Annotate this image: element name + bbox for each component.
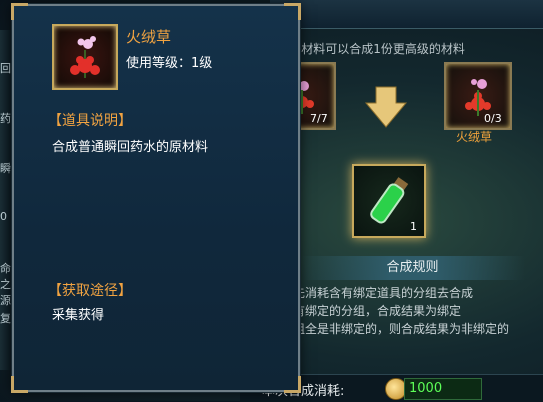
rules-list: 优先消耗含有绑定道具的分组去合成 含有绑定的分组，合成结果为绑定 分组全是非绑定… [263, 284, 535, 338]
left-list-strip: 回药瞬 0 命之源复 [0, 30, 12, 370]
cost-value: 1000 [404, 378, 482, 400]
material-slot-count: 7/7 [310, 112, 328, 125]
left-list-label: 复 [0, 312, 11, 325]
item-icon [52, 24, 118, 90]
rule-item: 分组全是非绑定的，则合成结果为非绑定的 [263, 320, 535, 338]
left-list-label: 回 [0, 62, 11, 75]
flower-icon [70, 36, 100, 78]
target-slot-name: 火绒草 [456, 130, 493, 144]
frame-corner [11, 376, 28, 393]
description-title: 【道具说明】 [48, 113, 132, 129]
use-level: 使用等级：1级 [126, 56, 213, 71]
frame-corner [11, 3, 28, 20]
item-name: 火绒草 [126, 28, 172, 46]
source-text: 采集获得 [52, 308, 105, 323]
description-text: 合成普通瞬回药水的原材料 [52, 140, 209, 155]
panel-top-bar [270, 0, 543, 29]
rule-text: 优先消耗含有绑定道具的分组去合成 [281, 286, 474, 300]
rule-text: 含有绑定的分组，合成结果为绑定 [281, 304, 462, 318]
left-list-label: 0 [0, 210, 7, 223]
rule-item: 优先消耗含有绑定道具的分组去合成 [263, 284, 535, 302]
source-title: 【获取途径】 [48, 283, 132, 299]
left-list-label: 命之源 [0, 262, 11, 307]
result-slot-count: 1 [410, 220, 417, 233]
arrow-down-icon [364, 86, 408, 128]
rule-text: 分组全是非绑定的，则合成结果为非绑定的 [281, 322, 510, 336]
item-tooltip: 火绒草 使用等级：1级 【道具说明】 合成普通瞬回药水的原材料 【获取途径】 采… [11, 3, 301, 393]
target-slot-count: 0/3 [484, 112, 502, 125]
left-list-label: 药 [0, 112, 11, 125]
rules-title: 合成规则 [300, 256, 525, 280]
left-list-label: 瞬 [0, 162, 11, 175]
frame-corner [284, 376, 301, 393]
frame-corner [284, 3, 301, 20]
rule-item: 含有绑定的分组，合成结果为绑定 [263, 302, 535, 320]
